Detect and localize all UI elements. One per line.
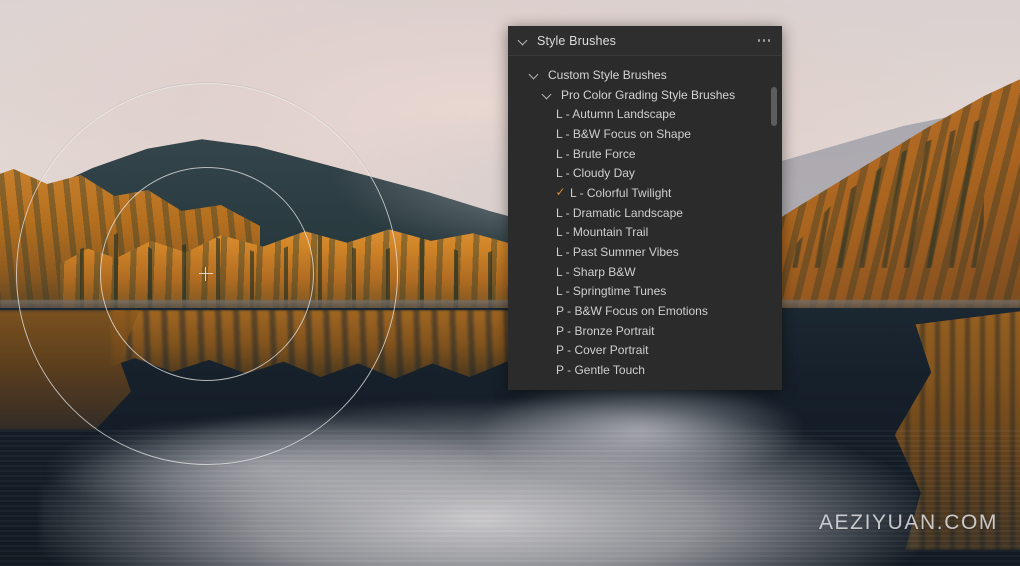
brush-name: L - Dramatic Landscape <box>556 207 683 219</box>
brush-name: L - Brute Force <box>556 148 636 160</box>
ellipsis-icon[interactable] <box>756 35 773 46</box>
panel-title: Style Brushes <box>537 34 616 48</box>
list-item[interactable]: P - Gentle Touch <box>508 360 782 380</box>
group-label: Pro Color Grading Style Brushes <box>561 89 735 101</box>
brush-name: L - Colorful Twilight <box>570 187 671 199</box>
group-pro-color-grading-style-brushes[interactable]: Pro Color Grading Style Brushes <box>508 85 782 105</box>
brush-name: L - Past Summer Vibes <box>556 246 679 258</box>
app-window: AEZIYUAN.COM Style Brushes Custom Style … <box>0 0 1020 566</box>
group-label: Custom Style Brushes <box>548 69 667 81</box>
brush-name: P - B&W Focus on Emotions <box>556 305 708 317</box>
style-brushes-panel: Style Brushes Custom Style Brushes Pro C… <box>508 26 782 390</box>
scrollbar-track[interactable] <box>771 90 777 390</box>
brush-name: L - Springtime Tunes <box>556 285 666 297</box>
brush-name: L - Cloudy Day <box>556 167 635 179</box>
chevron-down-icon[interactable] <box>530 70 539 79</box>
list-item[interactable]: P - Bronze Portrait <box>508 321 782 341</box>
chevron-down-icon[interactable] <box>543 90 552 99</box>
list-item[interactable]: L - Mountain Trail <box>508 223 782 243</box>
list-item[interactable]: P - Cover Portrait <box>508 341 782 361</box>
water-sheen <box>0 430 1020 566</box>
brush-name: P - Gentle Touch <box>556 364 645 376</box>
scrollbar-thumb[interactable] <box>771 87 777 126</box>
brush-name: L - Mountain Trail <box>556 226 648 238</box>
list-item[interactable]: L - Sharp B&W <box>508 262 782 282</box>
chevron-down-icon[interactable] <box>519 36 528 45</box>
list-item[interactable]: L - Springtime Tunes <box>508 282 782 302</box>
list-item[interactable]: L - Past Summer Vibes <box>508 242 782 262</box>
list-item[interactable]: L - Autumn Landscape <box>508 104 782 124</box>
brush-name: L - B&W Focus on Shape <box>556 128 691 140</box>
brush-name: L - Autumn Landscape <box>556 108 676 120</box>
list-item[interactable]: L - Brute Force <box>508 144 782 164</box>
check-icon: ✓ <box>555 187 566 198</box>
brush-name: L - Sharp B&W <box>556 266 636 278</box>
list-item[interactable]: L - B&W Focus on Shape <box>508 124 782 144</box>
brush-name: P - Cover Portrait <box>556 344 648 356</box>
brush-name: P - Bronze Portrait <box>556 325 654 337</box>
list-item-selected[interactable]: ✓ L - Colorful Twilight <box>508 183 782 203</box>
list-item[interactable]: P - B&W Focus on Emotions <box>508 301 782 321</box>
panel-header[interactable]: Style Brushes <box>508 26 782 56</box>
list-item[interactable]: L - Cloudy Day <box>508 163 782 183</box>
group-custom-style-brushes[interactable]: Custom Style Brushes <box>508 65 782 85</box>
brush-list[interactable]: Custom Style Brushes Pro Color Grading S… <box>508 56 782 390</box>
list-item[interactable]: L - Dramatic Landscape <box>508 203 782 223</box>
